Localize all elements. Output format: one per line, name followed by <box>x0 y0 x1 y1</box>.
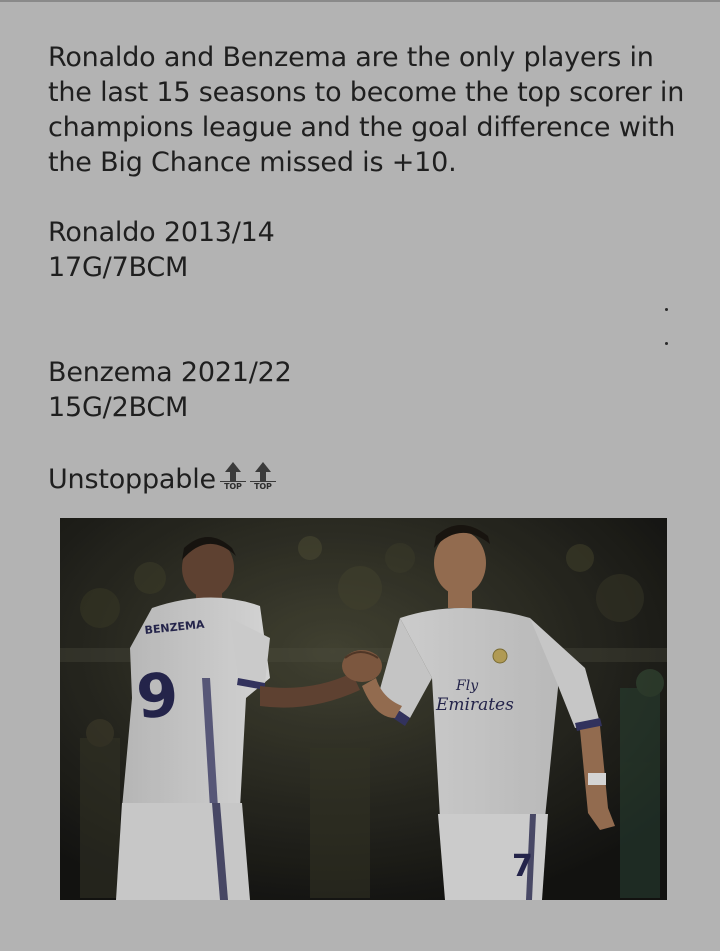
top-emoji-label: TOP <box>249 481 276 491</box>
photo-illustration: BENZEMA 9 7 Fly Emirates <box>60 518 667 900</box>
ronaldo-stats-line: 17G/7BCM <box>48 252 189 283</box>
top-emoji-label: TOP <box>219 481 246 491</box>
benzema-season-line: Benzema 2021/22 <box>48 357 292 388</box>
top-arrow-icon: TOP <box>249 460 276 494</box>
benzema-stats-line: 15G/2BCM <box>48 392 189 423</box>
post-paragraph-intro: Ronaldo and Benzema are the only players… <box>48 42 685 178</box>
closing-line: Unstoppable TOP TOP <box>48 460 688 497</box>
ronaldo-season-line: Ronaldo 2013/14 <box>48 217 275 248</box>
post-body: Ronaldo and Benzema are the only players… <box>48 40 688 497</box>
ellipsis-dots <box>664 300 670 360</box>
post-photo[interactable]: BENZEMA 9 7 Fly Emirates <box>60 518 667 900</box>
top-divider <box>0 0 720 2</box>
top-arrow-icon: TOP <box>219 460 246 494</box>
closing-word: Unstoppable <box>48 464 216 495</box>
